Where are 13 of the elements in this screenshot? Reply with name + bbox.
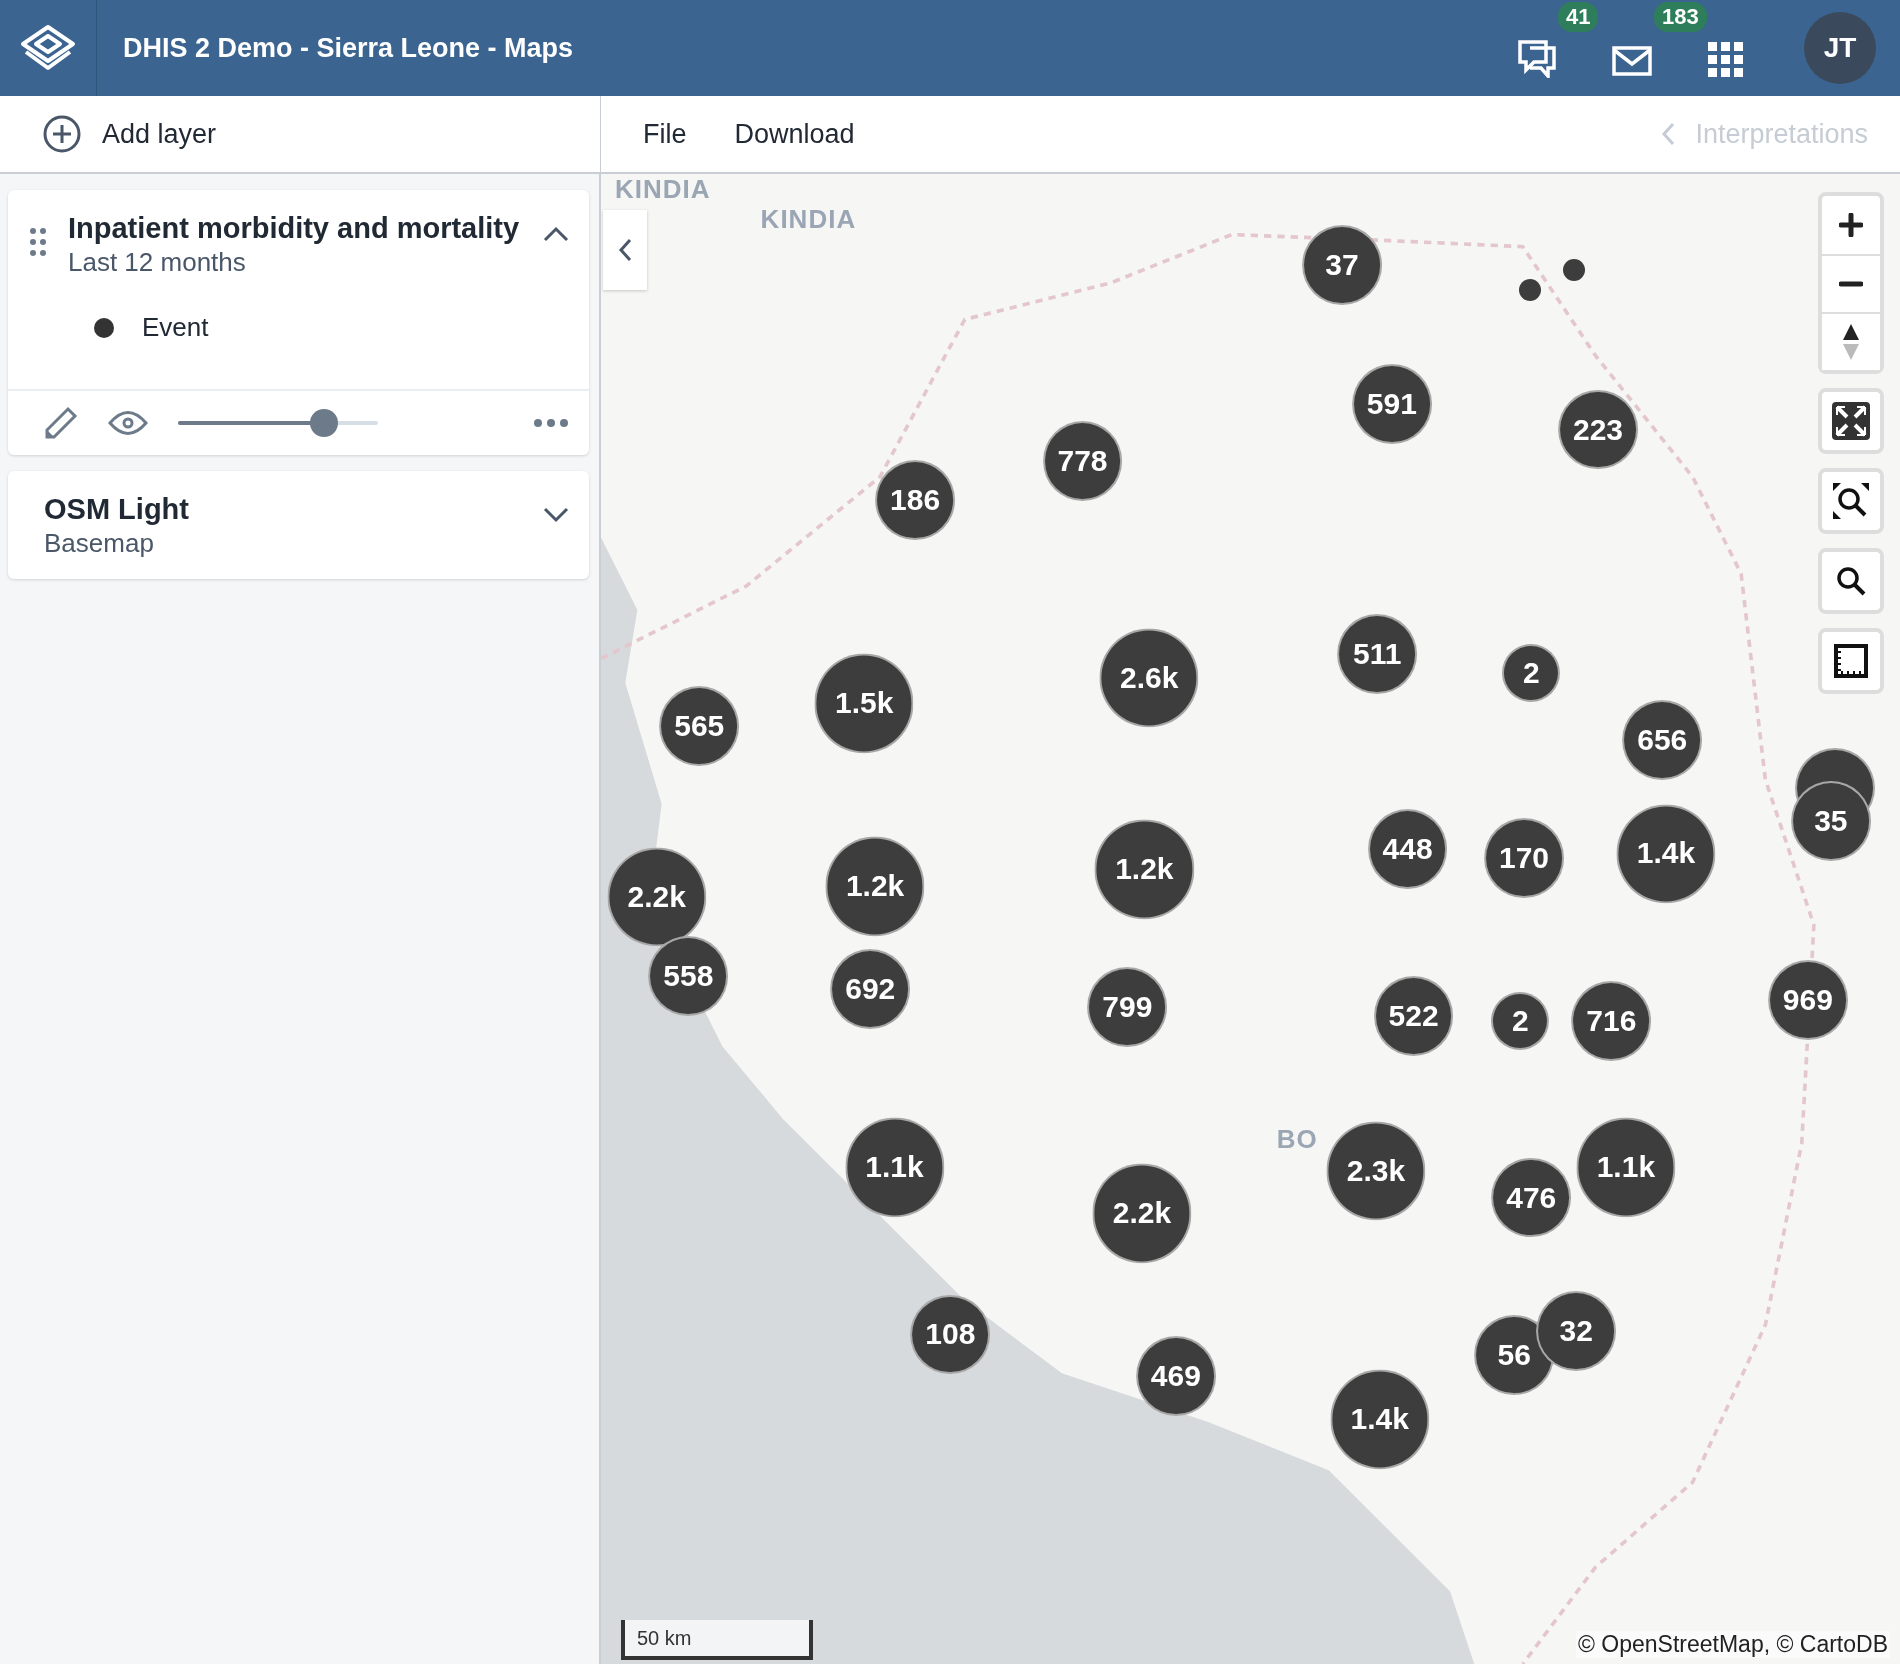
notification-badge: 41	[1556, 0, 1601, 34]
layer-title: OSM Light	[44, 493, 190, 526]
layer-title: Inpatient morbidity and mortality	[68, 212, 521, 245]
scale-bar: 50 km	[621, 1620, 813, 1660]
legend-label: Event	[142, 312, 209, 343]
layer-subtitle: Last 12 months	[68, 247, 247, 278]
place-label: KINDIA	[760, 203, 857, 235]
place-label: BO	[1276, 1123, 1318, 1155]
map-attribution: © OpenStreetMap, © CartoDB	[1575, 1631, 1890, 1658]
notification-badge: 183	[1652, 0, 1709, 34]
place-label: KINDIA	[615, 174, 711, 205]
app-title: DHIS 2 Demo - Sierra Leone - Maps	[123, 32, 575, 64]
layer-subtitle: Basemap	[44, 528, 155, 559]
